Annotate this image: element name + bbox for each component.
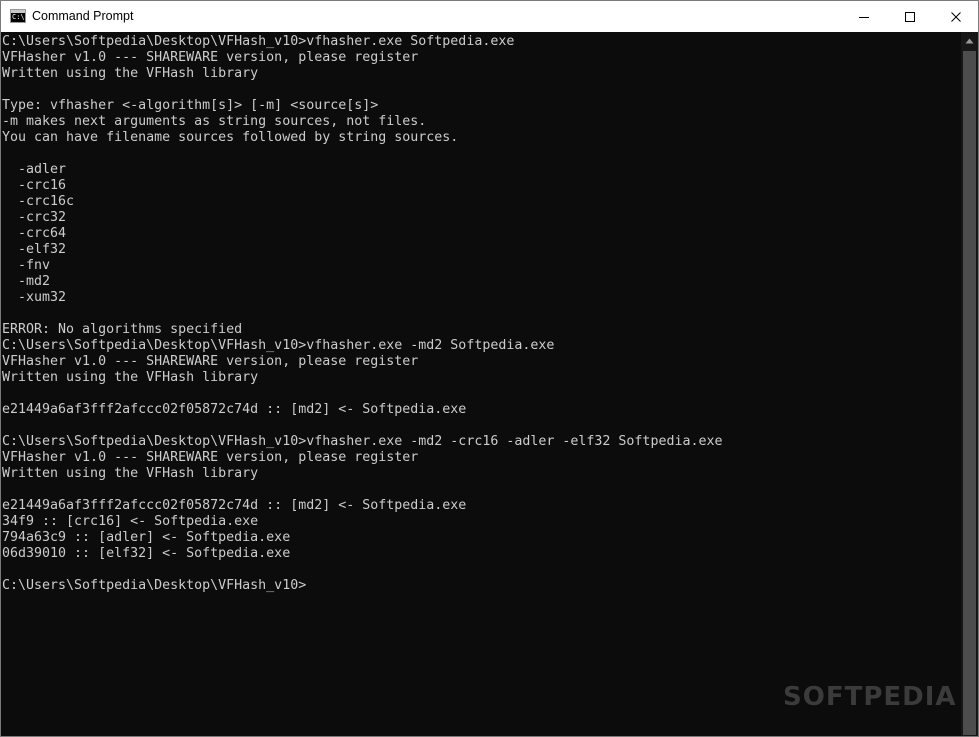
vertical-scrollbar[interactable] — [961, 32, 978, 736]
console-line: e21449a6af3fff2afccc02f05872c74d :: [md2… — [2, 498, 467, 513]
console-line: 794a63c9 :: [adler] <- Softpedia.exe — [2, 530, 291, 545]
console-line: -md2 — [2, 274, 51, 289]
minimize-button[interactable] — [841, 1, 887, 32]
console-line: You can have filename sources followed b… — [2, 130, 459, 145]
console-line: -xum32 — [2, 290, 67, 305]
console-line: -m makes next arguments as string source… — [2, 114, 427, 129]
maximize-button[interactable] — [887, 1, 933, 32]
window-title: Command Prompt — [32, 9, 134, 23]
maximize-icon — [905, 11, 915, 22]
scrollbar-thumb[interactable] — [963, 51, 976, 735]
console-line: C:\Users\Softpedia\Desktop\VFHash_v10>vf… — [2, 434, 723, 449]
scroll-up-button[interactable] — [961, 32, 978, 49]
console-line: -crc32 — [2, 210, 67, 225]
console-line: 34f9 :: [crc16] <- Softpedia.exe — [2, 514, 259, 529]
softpedia-watermark: SOFTPEDIA — [783, 682, 957, 712]
close-button[interactable] — [933, 1, 978, 32]
console-line: ERROR: No algorithms specified — [2, 322, 243, 337]
console-line: C:\Users\Softpedia\Desktop\VFHash_v10> — [2, 578, 307, 593]
console-line: VFHasher v1.0 --- SHAREWARE version, ple… — [2, 354, 419, 369]
console-line: e21449a6af3fff2afccc02f05872c74d :: [md2… — [2, 402, 467, 417]
console-line: Written using the VFHash library — [2, 66, 259, 81]
minimize-icon — [859, 16, 869, 18]
console-output-area[interactable]: C:\Users\Softpedia\Desktop\VFHash_v10>vf… — [1, 32, 960, 736]
console-line: -crc16 — [2, 178, 67, 193]
console-line: Written using the VFHash library — [2, 370, 259, 385]
chevron-up-icon — [965, 38, 974, 43]
console-line: -elf32 — [2, 242, 67, 257]
console-line: Written using the VFHash library — [2, 466, 259, 481]
console-line: -crc16c — [2, 194, 75, 209]
console-line: C:\Users\Softpedia\Desktop\VFHash_v10>vf… — [2, 338, 555, 353]
command-prompt-window: C:\ Command Prompt C:\Users\Softpedia\De… — [0, 0, 979, 737]
console-line: -crc64 — [2, 226, 67, 241]
console-line: -adler — [2, 162, 67, 177]
title-bar[interactable]: C:\ Command Prompt — [1, 1, 978, 32]
console-line: Type: vfhasher <-algorithm[s]> [-m] <sou… — [2, 98, 379, 113]
console-line: C:\Users\Softpedia\Desktop\VFHash_v10>vf… — [2, 34, 515, 49]
console-line: VFHasher v1.0 --- SHAREWARE version, ple… — [2, 50, 419, 65]
close-icon — [951, 11, 961, 22]
console-line: 06d39010 :: [elf32] <- Softpedia.exe — [2, 546, 291, 561]
console-line: -fnv — [2, 258, 51, 273]
console-app-icon[interactable]: C:\ — [10, 9, 26, 23]
console-line: VFHasher v1.0 --- SHAREWARE version, ple… — [2, 450, 419, 465]
icon-glyph: C:\ — [12, 13, 25, 21]
